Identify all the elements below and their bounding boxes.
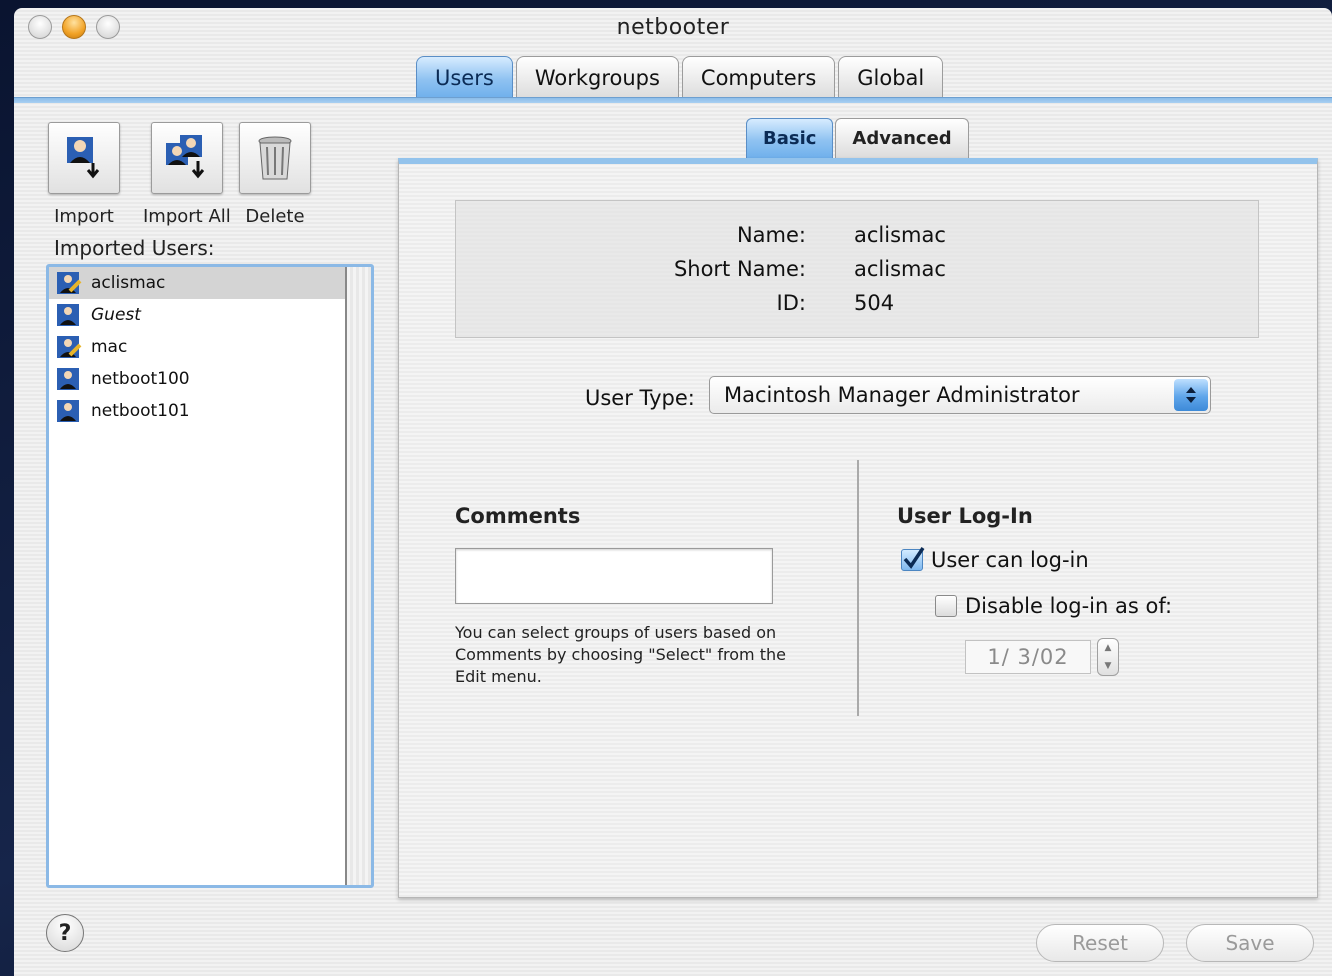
name-value: aclismac: [854, 223, 946, 247]
id-value: 504: [854, 291, 895, 315]
comments-field[interactable]: [455, 548, 773, 604]
user-icon: [55, 302, 83, 328]
trash-icon: [258, 136, 292, 180]
delete-tool: Delete: [239, 122, 311, 227]
list-item[interactable]: netboot100: [49, 363, 371, 395]
user-login-heading: User Log-In: [897, 504, 1033, 528]
list-item[interactable]: netboot101: [49, 395, 371, 427]
section-divider: [857, 460, 859, 716]
user-name: netboot100: [91, 369, 190, 389]
import-all-tool: Import All: [143, 122, 231, 227]
app-window: netbooter Users Workgroups Computers Glo…: [14, 8, 1332, 976]
basic-panel: Name: aclismac Short Name: aclismac ID: …: [398, 158, 1318, 898]
short-name-label: Short Name:: [673, 257, 806, 281]
user-can-login-row: User can log-in: [901, 547, 1089, 572]
name-label: Name:: [736, 223, 806, 247]
user-icon: [55, 366, 83, 392]
list-item[interactable]: mac: [49, 331, 371, 363]
disable-date-field[interactable]: 1/ 3/02: [965, 640, 1091, 674]
imported-users-list[interactable]: aclismac Guest mac netboot100 netboot101: [46, 264, 374, 888]
import-all-button[interactable]: [150, 122, 223, 194]
reset-button[interactable]: Reset: [1036, 924, 1164, 962]
save-button[interactable]: Save: [1186, 924, 1314, 962]
sub-tab-bar: Basic Advanced: [746, 118, 969, 158]
disable-login-row: Disable log-in as of:: [935, 594, 1172, 618]
list-item[interactable]: Guest: [49, 299, 371, 331]
zoom-button[interactable]: [96, 15, 120, 39]
help-button[interactable]: ?: [46, 914, 84, 952]
user-name: aclismac: [91, 273, 166, 293]
id-label: ID:: [776, 291, 806, 315]
user-name: mac: [91, 337, 128, 357]
tab-global[interactable]: Global: [838, 56, 944, 98]
delete-button[interactable]: [239, 122, 311, 194]
import-all-label: Import All: [143, 206, 231, 227]
user-type-select[interactable]: Macintosh Manager Administrator: [709, 376, 1211, 414]
user-name: Guest: [91, 305, 141, 325]
import-tool: Import: [48, 122, 120, 227]
user-can-login-checkbox[interactable]: [901, 547, 925, 571]
admin-user-icon: [55, 270, 83, 296]
checkmark-icon: [903, 547, 925, 569]
comments-heading: Comments: [455, 504, 581, 528]
imported-users-heading: Imported Users:: [54, 236, 215, 260]
import-user-icon: [67, 137, 100, 179]
tab-divider: [14, 97, 1332, 103]
minimize-button[interactable]: [62, 15, 86, 39]
user-type-value: Macintosh Manager Administrator: [724, 383, 1080, 407]
user-icon: [55, 398, 83, 424]
title-bar: netbooter: [14, 8, 1332, 46]
disable-login-label: Disable log-in as of:: [965, 594, 1173, 618]
date-stepper[interactable]: ▲ ▼: [1097, 638, 1119, 676]
delete-label: Delete: [245, 206, 305, 227]
close-button[interactable]: [28, 15, 52, 39]
import-button[interactable]: [48, 122, 120, 194]
tab-basic[interactable]: Basic: [746, 118, 834, 158]
comments-help-text: You can select groups of users based on …: [455, 623, 786, 686]
user-type-label: User Type:: [585, 386, 695, 410]
window-controls: [28, 15, 120, 39]
popup-arrows-icon: [1174, 379, 1208, 411]
list-item[interactable]: aclismac: [49, 267, 371, 299]
user-info-box: Name: aclismac Short Name: aclismac ID: …: [455, 200, 1259, 338]
import-all-users-icon: [165, 135, 205, 179]
import-label: Import: [54, 206, 114, 227]
admin-user-icon: [55, 334, 83, 360]
tab-advanced[interactable]: Advanced: [835, 118, 969, 158]
stepper-up-icon[interactable]: ▲: [1105, 643, 1112, 653]
user-name: netboot101: [91, 401, 190, 421]
short-name-value: aclismac: [854, 257, 946, 281]
user-can-login-label: User can log-in: [931, 548, 1089, 572]
list-scrollbar[interactable]: [345, 267, 371, 885]
tab-users[interactable]: Users: [416, 56, 513, 98]
tab-workgroups[interactable]: Workgroups: [515, 56, 679, 98]
disable-login-checkbox[interactable]: [935, 595, 957, 617]
tab-computers[interactable]: Computers: [681, 56, 836, 98]
window-title: netbooter: [616, 14, 730, 40]
main-tab-bar: Users Workgroups Computers Global: [416, 56, 944, 98]
stepper-down-icon[interactable]: ▼: [1105, 661, 1112, 671]
